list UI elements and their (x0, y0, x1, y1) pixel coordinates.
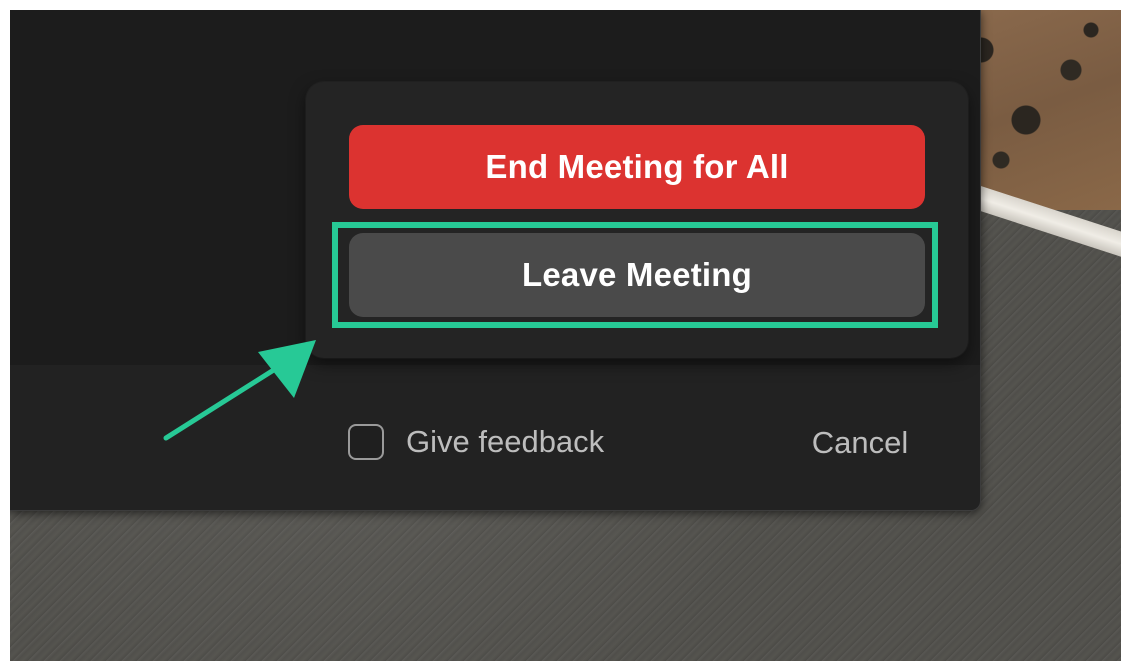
leave-meeting-popup: End Meeting for All Leave Meeting (306, 82, 968, 358)
meeting-window: End Meeting for All Leave Meeting Give f… (10, 10, 981, 511)
leave-meeting-button[interactable]: Leave Meeting (349, 233, 925, 317)
end-meeting-for-all-button[interactable]: End Meeting for All (349, 125, 925, 209)
arrow-icon (163, 340, 316, 441)
desktop-background: End Meeting for All Leave Meeting Give f… (10, 10, 1121, 661)
cancel-button[interactable]: Cancel (780, 415, 940, 471)
give-feedback-option[interactable]: Give feedback (348, 420, 604, 464)
checkbox-icon[interactable] (348, 424, 384, 460)
give-feedback-label: Give feedback (406, 424, 605, 459)
